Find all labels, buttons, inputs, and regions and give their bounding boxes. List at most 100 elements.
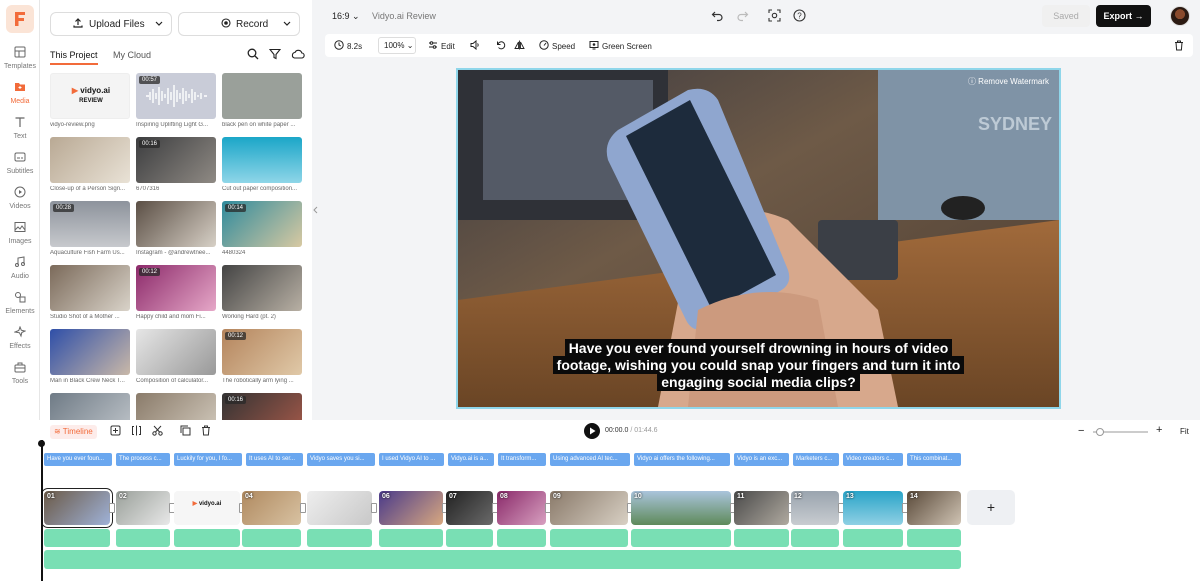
subtitle-clip[interactable]: It transform... [498, 453, 546, 466]
video-clip[interactable]: 12 [791, 491, 839, 525]
scissors-icon[interactable] [152, 425, 163, 439]
rail-item-media[interactable]: Media [0, 79, 40, 113]
clip-audio-track[interactable] [116, 529, 170, 547]
rail-item-elements[interactable]: Elements [0, 289, 40, 323]
aspect-ratio-select[interactable]: 16:9 ⌄ [332, 11, 360, 22]
media-item[interactable]: 00:28 Aquaculture Fish Farm Us... [50, 201, 130, 256]
zoom-slider-handle[interactable] [1096, 428, 1104, 436]
media-item[interactable]: Working Hard (pt. 2) [222, 265, 302, 320]
edit-button[interactable]: Edit [428, 40, 455, 52]
collapse-panel-handle[interactable] [312, 200, 320, 220]
subtitle-clip[interactable]: This combinat... [907, 453, 961, 466]
tab-timeline[interactable]: ≋ Timeline [50, 425, 97, 439]
filter-icon[interactable] [268, 48, 282, 63]
export-button[interactable]: Export → [1096, 5, 1151, 27]
media-item[interactable]: black pen on white paper ... [222, 73, 302, 128]
timeline-zoom-slider[interactable] [1093, 428, 1148, 436]
clip-audio-track[interactable] [44, 529, 110, 547]
clip-audio-track[interactable] [791, 529, 839, 547]
subtitle-overlay[interactable]: Have you ever found yourself drowning in… [458, 339, 1059, 391]
add-track-icon[interactable] [110, 425, 121, 439]
video-clip[interactable]: 14 [907, 491, 961, 525]
tab-this-project[interactable]: This Project [50, 50, 98, 65]
transition-handle[interactable] [300, 503, 306, 513]
media-item[interactable]: Composition of calculator... [136, 329, 216, 384]
subtitle-clip[interactable]: Marketers c... [793, 453, 839, 466]
trash-icon[interactable] [1174, 40, 1184, 51]
rail-item-effects[interactable]: Effects [0, 324, 40, 358]
video-clip[interactable]: 13 [843, 491, 903, 525]
duplicate-icon[interactable] [180, 425, 191, 439]
clip-audio-track[interactable] [497, 529, 546, 547]
video-clip[interactable]: ▶ vidyo.ai [174, 491, 240, 525]
search-icon[interactable] [247, 48, 259, 63]
trash-icon[interactable] [201, 425, 211, 439]
volume-icon[interactable] [470, 40, 480, 50]
help-icon[interactable]: ? [793, 9, 806, 25]
video-clip[interactable]: 11 [734, 491, 789, 525]
video-clip[interactable]: 01 [42, 489, 112, 527]
video-clip[interactable]: 02 [116, 491, 170, 525]
video-clip[interactable]: 08 [497, 491, 546, 525]
subtitle-clip[interactable]: Vidyo.ai is a... [448, 453, 494, 466]
app-logo[interactable] [6, 5, 34, 33]
avatar[interactable] [1170, 6, 1190, 26]
subtitle-clip[interactable]: Vidyo saves you si... [307, 453, 375, 466]
rail-item-templates[interactable]: Templates [0, 44, 40, 78]
subtitle-clip[interactable]: It uses AI to ser... [246, 453, 303, 466]
clip-audio-track[interactable] [446, 529, 493, 547]
playhead[interactable] [41, 440, 43, 581]
video-preview[interactable]: SYDNEY ⓘ Remove Watermark Have you ever … [456, 68, 1061, 409]
rail-item-videos[interactable]: Videos [0, 184, 40, 218]
video-clip[interactable]: 04 [242, 491, 301, 525]
clip-audio-track[interactable] [379, 529, 443, 547]
redo-icon[interactable] [736, 9, 749, 25]
clip-audio-track[interactable] [242, 529, 301, 547]
music-track[interactable] [44, 550, 961, 569]
clip-audio-track[interactable] [307, 529, 372, 547]
video-clip[interactable]: 09 [550, 491, 628, 525]
media-item[interactable]: 00:16 [222, 393, 302, 420]
media-item[interactable]: 00:57 Inspiring Uplifting Light G... [136, 73, 216, 128]
speed-button[interactable]: Speed [539, 40, 575, 52]
media-item[interactable]: 00:12 Happy child and mom Fi... [136, 265, 216, 320]
subtitle-clip[interactable]: The process c... [116, 453, 170, 466]
subtitle-clip[interactable]: Vidyo is an exc... [734, 453, 789, 466]
upload-files-button[interactable]: Upload Files [50, 12, 172, 36]
project-title[interactable]: Vidyo.ai Review [372, 11, 436, 21]
zoom-out-icon[interactable]: − [1078, 425, 1084, 437]
record-button[interactable]: Record [178, 12, 300, 36]
video-clip[interactable]: 07 [446, 491, 493, 525]
tab-my-cloud[interactable]: My Cloud [113, 50, 151, 63]
subtitle-clip[interactable]: Luckily for you, I fo... [174, 453, 242, 466]
media-item[interactable]: 00:14 4480324 [222, 201, 302, 256]
clip-audio-track[interactable] [631, 529, 731, 547]
media-item[interactable]: 00:12 The robotically arm lying ... [222, 329, 302, 384]
subtitle-clip[interactable]: Have you ever foun... [44, 453, 112, 466]
rail-item-audio[interactable]: Audio [0, 254, 40, 288]
subtitle-clip[interactable]: I used Vidyo AI to ... [379, 453, 444, 466]
media-item[interactable]: Man in Black Crew Neck T... [50, 329, 130, 384]
transition-handle[interactable] [109, 503, 115, 513]
media-item[interactable] [50, 393, 130, 420]
video-clip[interactable]: 10 [631, 491, 731, 525]
remove-watermark-button[interactable]: ⓘ Remove Watermark [968, 76, 1049, 87]
cloud-icon[interactable] [291, 48, 305, 63]
rail-item-text[interactable]: Text [0, 114, 40, 148]
duration-control[interactable]: 8.2s [334, 40, 362, 52]
screenshot-icon[interactable] [768, 9, 781, 25]
clip-audio-track[interactable] [907, 529, 961, 547]
subtitle-clip[interactable]: Using advanced AI tec... [550, 453, 630, 466]
media-item[interactable]: Studio Shot of a Mother ... [50, 265, 130, 320]
media-item[interactable]: ▶ vidyo.ai REVIEW vidyo-review.png [50, 73, 130, 128]
rotate-icon[interactable] [496, 40, 506, 50]
playhead-handle[interactable] [38, 440, 45, 447]
flip-icon[interactable] [514, 40, 525, 50]
clip-audio-track[interactable] [734, 529, 789, 547]
media-item[interactable]: 00:16 6707316 [136, 137, 216, 192]
play-button[interactable] [584, 423, 600, 439]
zoom-in-icon[interactable]: + [1156, 424, 1162, 436]
media-item[interactable]: Instagram - @andrewtnee... [136, 201, 216, 256]
chevron-down-icon[interactable] [155, 19, 163, 30]
transition-handle[interactable] [371, 503, 377, 513]
